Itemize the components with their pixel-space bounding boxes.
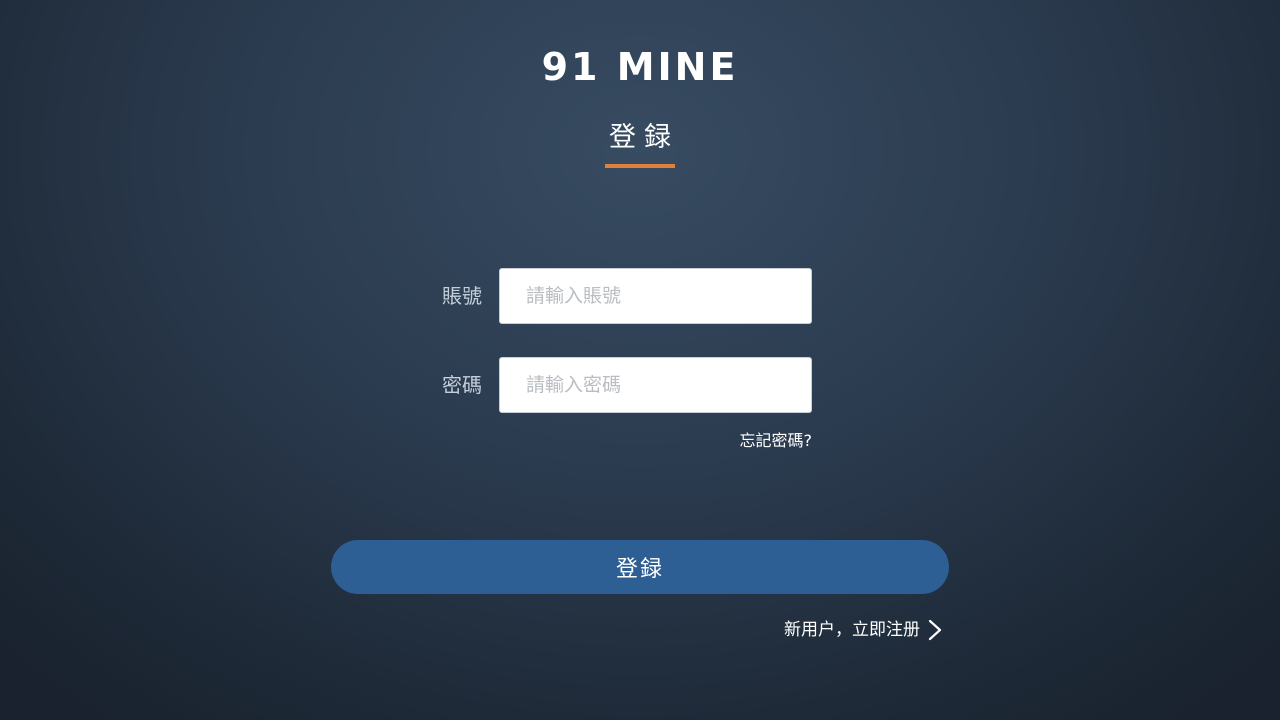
brand-logo: 91 MINE bbox=[0, 44, 1280, 88]
password-label: 密碼 bbox=[442, 373, 482, 397]
forgot-password-link[interactable]: 忘記密碼? bbox=[740, 430, 813, 452]
account-input[interactable] bbox=[499, 268, 812, 324]
password-input[interactable] bbox=[499, 357, 812, 413]
register-link[interactable]: 新用户，立即注册 bbox=[784, 617, 942, 643]
page-header: 登録 bbox=[0, 118, 1280, 168]
chevron-right-icon bbox=[928, 619, 942, 641]
logo-image: 91 MINE bbox=[542, 45, 739, 84]
svg-text:91 MINE: 91 MINE bbox=[542, 45, 739, 84]
login-button[interactable]: 登録 bbox=[331, 540, 949, 594]
register-label: 新用户，立即注册 bbox=[784, 620, 920, 640]
page-title: 登録 bbox=[609, 122, 679, 153]
password-row: 密碼 bbox=[420, 357, 812, 413]
title-underline bbox=[605, 164, 675, 168]
account-row: 賬號 bbox=[420, 268, 812, 324]
account-label: 賬號 bbox=[442, 284, 482, 308]
